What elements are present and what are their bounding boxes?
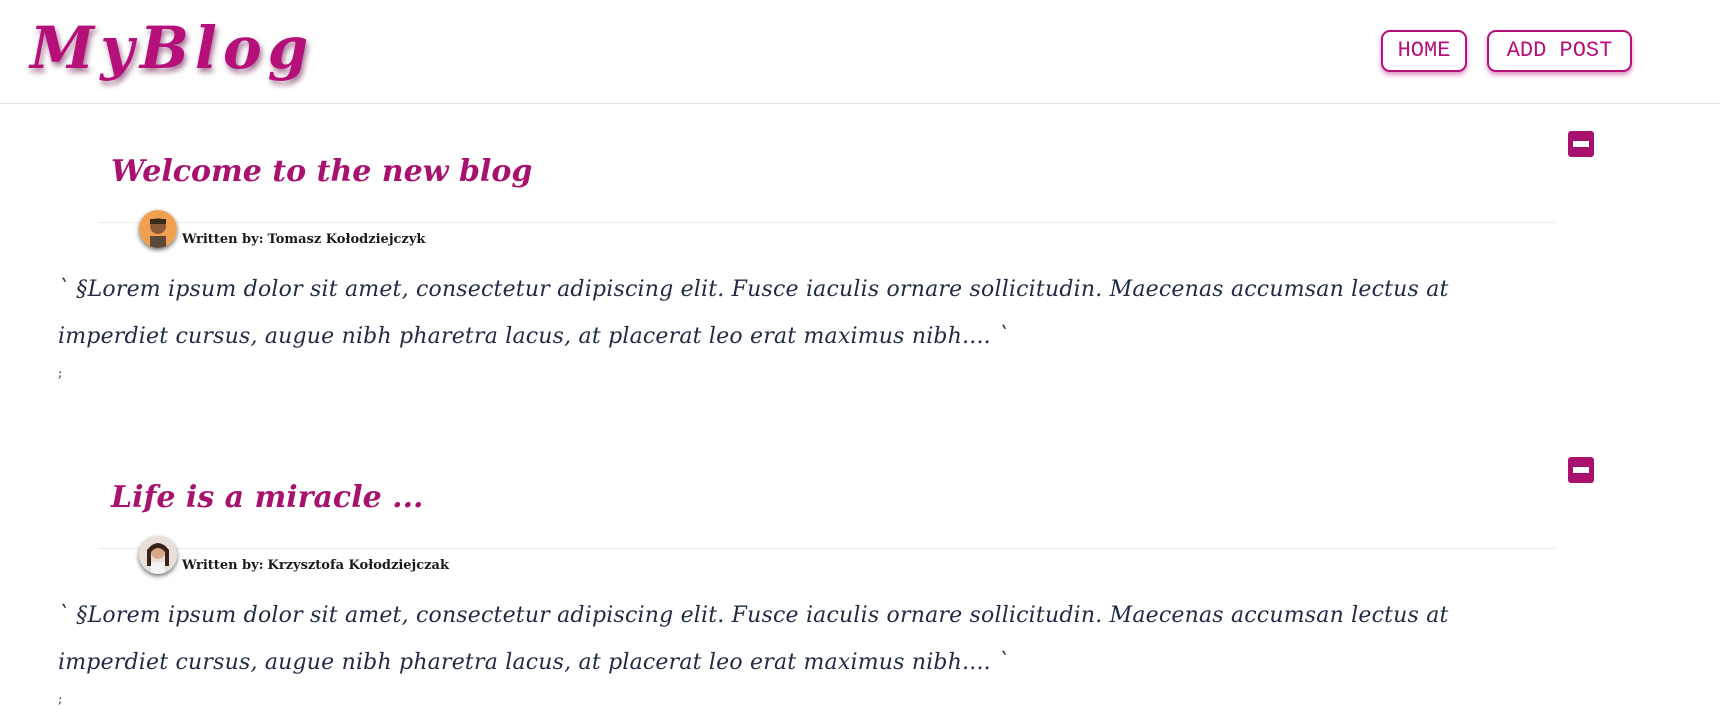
avatar-photo-icon (139, 536, 177, 574)
author-name: Tomasz Kołodziejczyk (267, 232, 426, 247)
divider (98, 222, 1555, 223)
post-body: ` §Lorem ipsum dolor sit amet, consectet… (58, 603, 1449, 675)
author-avatar (139, 536, 177, 574)
post-trailing-text: ; (58, 366, 63, 381)
navbar: MyBlog HOME ADD POST (0, 0, 1720, 104)
post-body: ` §Lorem ipsum dolor sit amet, consectet… (58, 277, 1449, 349)
logo[interactable]: MyBlog (30, 8, 314, 88)
avatar-photo-icon (139, 210, 177, 248)
author-prefix: Written by: (182, 558, 264, 573)
author-name: Krzysztofa Kołodziejczak (267, 558, 449, 573)
collapse-post-button[interactable] (1568, 457, 1594, 483)
collapse-post-button[interactable] (1568, 131, 1594, 157)
post-author: Written by: Krzysztofa Kołodziejczak (182, 558, 449, 573)
post-title[interactable]: Life is a miracle ... (111, 480, 423, 515)
post-title[interactable]: Welcome to the new blog (111, 154, 532, 189)
home-button[interactable]: HOME (1381, 30, 1467, 72)
author-prefix: Written by: (182, 232, 264, 247)
minus-icon (1573, 141, 1589, 147)
add-post-button[interactable]: ADD POST (1487, 30, 1632, 72)
post-trailing-text: ; (58, 692, 63, 707)
divider (98, 548, 1555, 549)
author-avatar (139, 210, 177, 248)
minus-icon (1573, 467, 1589, 473)
post-author: Written by: Tomasz Kołodziejczyk (182, 232, 425, 247)
